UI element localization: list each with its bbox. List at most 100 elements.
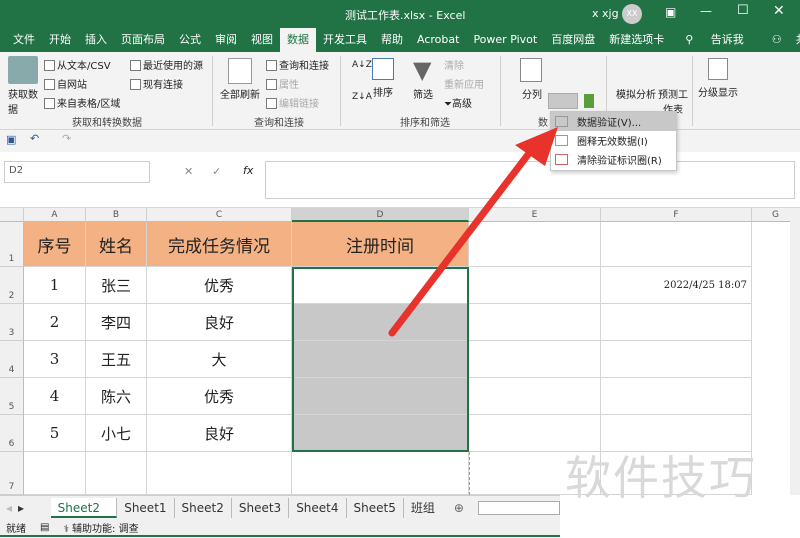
edit-links-button[interactable]: 编辑链接 (266, 95, 319, 110)
tab-page-layout[interactable]: 页面布局 (114, 28, 172, 52)
cell-f2[interactable]: 2022/4/25 18:07 (601, 267, 752, 304)
row-header[interactable]: 7 (0, 452, 24, 495)
tab-help[interactable]: 帮助 (374, 28, 410, 52)
from-csv-button[interactable]: 从文本/CSV (44, 57, 111, 72)
cell[interactable] (469, 341, 601, 378)
tab-acrobat[interactable]: Acrobat (410, 28, 466, 52)
column-header[interactable]: A (24, 208, 86, 222)
row-header[interactable]: 3 (0, 304, 24, 341)
cell[interactable] (601, 378, 752, 415)
properties-button[interactable]: 属性 (266, 76, 299, 91)
name-box[interactable]: D2 (4, 161, 150, 183)
close-button[interactable]: ✕ (773, 3, 785, 19)
sheet-tab[interactable]: Sheet3 (232, 497, 290, 518)
header-cell[interactable]: 序号 (24, 222, 86, 267)
scroll-left-icon[interactable]: ◂ (0, 501, 18, 515)
tab-view[interactable]: 视图 (244, 28, 280, 52)
header-cell[interactable]: 注册时间 (292, 222, 469, 267)
tab-formulas[interactable]: 公式 (172, 28, 208, 52)
tell-me[interactable]: ⚲ 告诉我 (671, 28, 758, 52)
data-model-icon[interactable] (584, 94, 594, 108)
tab-baidu[interactable]: 百度网盘 (544, 28, 602, 52)
add-sheet-icon[interactable]: ⊕ (454, 501, 464, 515)
column-header[interactable]: D (292, 208, 469, 222)
share-button[interactable]: ⚇共享 (758, 28, 800, 52)
cell[interactable]: 2 (24, 304, 86, 341)
row-header[interactable]: 2 (0, 267, 24, 304)
column-header[interactable]: C (147, 208, 292, 222)
header-cell[interactable]: 姓名 (86, 222, 147, 267)
tab-review[interactable]: 审阅 (208, 28, 244, 52)
vertical-scrollbar[interactable] (790, 208, 800, 495)
filter-button[interactable]: 筛选 (413, 86, 433, 101)
sheet-tab[interactable]: Sheet2 (2) (50, 497, 118, 535)
row-header[interactable]: 1 (0, 222, 24, 267)
row-header[interactable]: 6 (0, 415, 24, 452)
cell[interactable]: 优秀 (147, 267, 292, 304)
from-table-button[interactable]: 来自表格/区域 (44, 95, 120, 110)
undo-icon[interactable]: ↶ (30, 132, 39, 145)
avatar[interactable]: XX (622, 4, 642, 24)
cell[interactable] (86, 452, 147, 495)
minimize-button[interactable]: — (700, 4, 712, 18)
tab-home[interactable]: 开始 (42, 28, 78, 52)
sort-button[interactable]: 排序 (373, 84, 393, 99)
horizontal-scrollbar[interactable] (477, 500, 560, 515)
recent-sources-button[interactable]: 最近使用的源 (130, 57, 203, 72)
cancel-icon[interactable]: ✕ (184, 165, 193, 178)
outline-button[interactable]: 分级显示 (698, 84, 738, 99)
sort-za-icon[interactable]: Z↓A (352, 92, 372, 102)
redo-icon[interactable]: ↷ (62, 132, 71, 145)
cell[interactable] (601, 304, 752, 341)
column-header[interactable]: B (86, 208, 147, 222)
ribbon-display-icon[interactable]: ▣ (665, 5, 676, 19)
advanced-button[interactable]: ⏷高级 (444, 95, 472, 110)
get-data-button[interactable]: 获取数据 (8, 86, 38, 116)
what-if-button[interactable]: 模拟分析 (616, 86, 656, 101)
select-all[interactable] (0, 208, 24, 222)
save-icon[interactable]: ▣ (6, 133, 16, 146)
cell[interactable]: 王五 (86, 341, 147, 378)
cell[interactable] (469, 378, 601, 415)
cell[interactable] (292, 452, 469, 495)
tab-new[interactable]: 新建选项卡 (602, 28, 671, 52)
reapply-button[interactable]: 重新应用 (444, 76, 484, 91)
cell[interactable] (601, 222, 752, 267)
cell[interactable]: 陈六 (86, 378, 147, 415)
formula-input[interactable] (265, 161, 795, 199)
sheet-tab[interactable]: Sheet5 (347, 497, 404, 518)
user-name[interactable]: x xjg (592, 7, 619, 20)
cell[interactable] (469, 267, 601, 304)
cell[interactable]: 3 (24, 341, 86, 378)
cell[interactable] (469, 222, 601, 267)
cell[interactable] (601, 341, 752, 378)
column-header[interactable]: E (469, 208, 601, 222)
cell[interactable]: 5 (24, 415, 86, 452)
scroll-right-icon[interactable]: ▸ (18, 501, 51, 515)
cell[interactable]: 4 (24, 378, 86, 415)
row-header[interactable]: 5 (0, 378, 24, 415)
menu-item-circle-invalid[interactable]: 圈释无效数据(I) (551, 131, 676, 150)
sheet-tab[interactable]: Sheet1 (117, 497, 175, 518)
menu-item-clear-circles[interactable]: 清除验证标识圈(R) (551, 150, 676, 169)
clear-button[interactable]: 清除 (444, 57, 464, 72)
menu-item-data-validation[interactable]: 数据验证(V)... (551, 112, 676, 131)
cell[interactable] (469, 304, 601, 341)
refresh-all-button[interactable]: 全部刷新 (220, 86, 260, 101)
fx-button[interactable]: fx (243, 164, 253, 177)
cell[interactable]: 大 (147, 341, 292, 378)
header-cell[interactable]: 完成任务情况 (147, 222, 292, 267)
enter-icon[interactable]: ✓ (212, 165, 221, 178)
cell[interactable]: 良好 (147, 415, 292, 452)
queries-connections-button[interactable]: 查询和连接 (266, 57, 329, 72)
maximize-button[interactable]: ☐ (737, 3, 749, 18)
row-header[interactable]: 4 (0, 341, 24, 378)
column-header[interactable]: F (601, 208, 752, 222)
accessibility-status[interactable]: ⚕ 辅助功能: 调查 (63, 520, 138, 535)
tab-file[interactable]: 文件 (6, 28, 42, 52)
sheet-tab[interactable]: Sheet2 (175, 497, 232, 518)
cell[interactable]: 小七 (86, 415, 147, 452)
cell[interactable]: 优秀 (147, 378, 292, 415)
tab-insert[interactable]: 插入 (78, 28, 114, 52)
existing-connections-button[interactable]: 现有连接 (130, 76, 183, 91)
